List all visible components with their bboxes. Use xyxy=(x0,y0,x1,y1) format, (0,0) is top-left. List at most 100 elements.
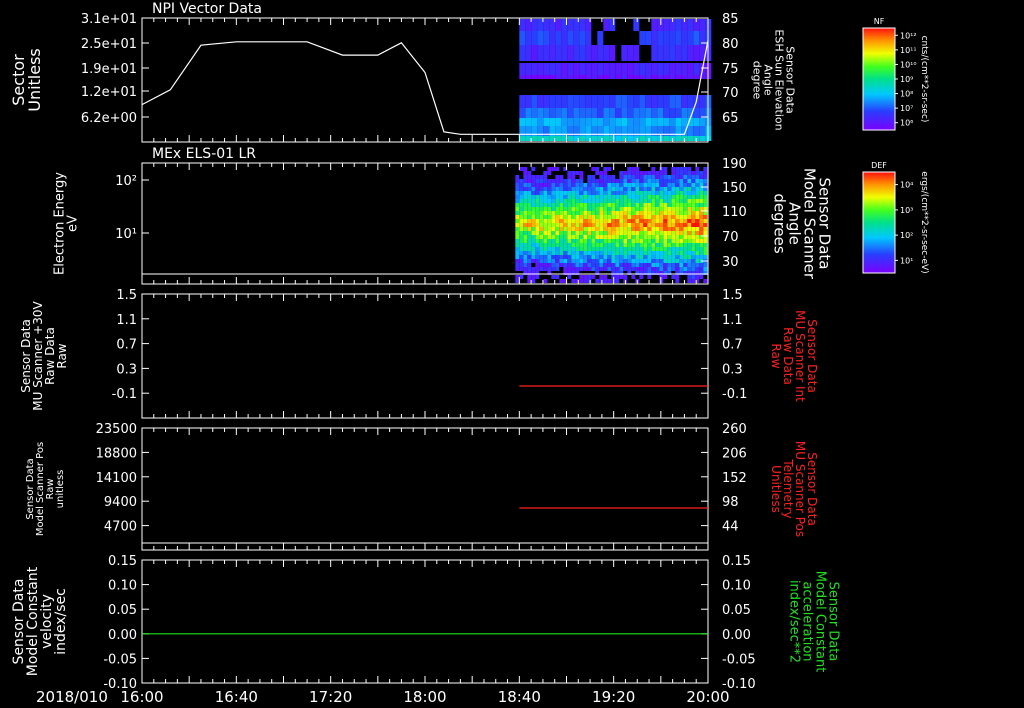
nf-spectrogram-cell xyxy=(687,75,694,79)
colorbar-tick-label: 10⁹ xyxy=(900,75,913,84)
def-spectrogram-cell xyxy=(623,259,628,263)
nf-spectrogram-cell xyxy=(675,19,682,31)
def-spectrogram-cell xyxy=(555,247,560,251)
def-spectrogram-cell xyxy=(551,247,556,251)
def-spectrogram-cell xyxy=(675,175,680,179)
def-spectrogram-cell xyxy=(679,251,684,255)
def-spectrogram-cell xyxy=(663,255,668,259)
def-spectrogram-cell xyxy=(643,195,648,199)
def-spectrogram-cell xyxy=(683,263,688,267)
def-spectrogram-cell xyxy=(631,171,636,175)
left-axis-label: Sensor DataModel Constantvelocityindex/s… xyxy=(11,566,69,676)
def-spectrogram-cell xyxy=(591,191,596,195)
def-spectrogram-cell xyxy=(523,231,528,235)
def-spectrogram-cell xyxy=(575,243,580,247)
def-spectrogram-cell xyxy=(567,263,572,267)
def-spectrogram-cell xyxy=(627,211,632,215)
def-spectrogram-cell xyxy=(695,243,700,247)
def-spectrogram-cell xyxy=(575,227,580,231)
nf-spectrogram-cell xyxy=(645,75,652,79)
nf-spectrogram-cell xyxy=(579,108,586,118)
def-spectrogram-cell xyxy=(543,255,548,259)
def-spectrogram-cell xyxy=(603,167,608,171)
left-tick-label: 0.15 xyxy=(108,554,137,569)
def-spectrogram-cell xyxy=(671,183,676,187)
def-spectrogram-cell xyxy=(551,167,556,171)
def-spectrogram-cell xyxy=(523,203,528,207)
nf-spectrogram-cell xyxy=(615,75,622,79)
def-spectrogram-cell xyxy=(699,275,704,279)
def-spectrogram-cell xyxy=(551,275,556,279)
def-spectrogram-cell xyxy=(683,223,688,227)
def-spectrogram-cell xyxy=(551,203,556,207)
nf-spectrogram-cell xyxy=(645,63,652,75)
def-spectrogram-cell xyxy=(607,215,612,219)
def-spectrogram-cell xyxy=(519,243,524,247)
def-spectrogram-cell xyxy=(599,259,604,263)
def-spectrogram-cell xyxy=(659,239,664,243)
def-spectrogram-cell xyxy=(587,239,592,243)
def-spectrogram-cell xyxy=(595,179,600,183)
def-spectrogram-cell xyxy=(631,251,636,255)
def-spectrogram-cell xyxy=(583,207,588,211)
def-spectrogram-cell xyxy=(655,171,660,175)
def-spectrogram-cell xyxy=(531,279,536,283)
def-spectrogram-cell xyxy=(539,195,544,199)
right-tick-label: 1.1 xyxy=(722,313,743,328)
def-spectrogram-cell xyxy=(667,251,672,255)
def-spectrogram-cell xyxy=(651,175,656,179)
nf-spectrogram-cell xyxy=(525,108,532,118)
nf-spectrogram-cell xyxy=(669,75,676,79)
def-spectrogram-cell xyxy=(695,211,700,215)
def-spectrogram-cell xyxy=(647,235,652,239)
def-spectrogram-cell xyxy=(687,175,692,179)
def-spectrogram-cell xyxy=(595,171,600,175)
def-spectrogram-cell xyxy=(563,259,568,263)
def-spectrogram-cell xyxy=(663,211,668,215)
colorbar-title: NF xyxy=(874,17,885,26)
def-spectrogram-cell xyxy=(647,247,652,251)
def-spectrogram-cell xyxy=(523,191,528,195)
nf-spectrogram-cell xyxy=(567,31,574,45)
def-spectrogram-cell xyxy=(583,255,588,259)
def-spectrogram-cell xyxy=(583,279,588,283)
right-tick-label: -0.05 xyxy=(722,652,756,667)
def-spectrogram-cell xyxy=(699,191,704,195)
def-spectrogram-cell xyxy=(695,203,700,207)
def-spectrogram-cell xyxy=(539,183,544,187)
left-tick-label: 6.2e+00 xyxy=(81,111,137,126)
def-spectrogram-cell xyxy=(603,175,608,179)
left-tick-label: 1.9e+01 xyxy=(81,62,137,77)
def-spectrogram-cell xyxy=(555,263,560,267)
def-spectrogram-cell xyxy=(571,243,576,247)
def-spectrogram-cell xyxy=(559,203,564,207)
def-spectrogram-cell xyxy=(563,243,568,247)
def-spectrogram-cell xyxy=(615,275,620,279)
def-spectrogram-cell xyxy=(691,191,696,195)
nf-spectrogram-cell xyxy=(519,136,526,141)
def-spectrogram-cell xyxy=(627,251,632,255)
def-spectrogram-cell xyxy=(683,247,688,251)
def-spectrogram-cell xyxy=(683,211,688,215)
def-spectrogram-cell xyxy=(691,263,696,267)
nf-spectrogram-cell xyxy=(651,31,658,45)
def-spectrogram-cell xyxy=(687,247,692,251)
left-tick-label: 1.2e+01 xyxy=(81,85,137,100)
def-spectrogram-cell xyxy=(647,263,652,267)
nf-spectrogram-cell xyxy=(645,136,652,141)
def-spectrogram-cell xyxy=(579,235,584,239)
def-spectrogram-cell xyxy=(615,223,620,227)
def-spectrogram-cell xyxy=(627,195,632,199)
def-spectrogram-cell xyxy=(655,231,660,235)
label-line: Unitless xyxy=(25,48,44,112)
def-spectrogram-cell xyxy=(623,275,628,279)
def-spectrogram-cell xyxy=(515,179,520,183)
def-spectrogram-cell xyxy=(567,195,572,199)
def-spectrogram-cell xyxy=(639,275,644,279)
nf-spectrogram-cell xyxy=(639,63,646,75)
def-spectrogram-cell xyxy=(611,211,616,215)
nf-spectrogram-cell xyxy=(597,45,604,61)
def-spectrogram-cell xyxy=(523,255,528,259)
def-spectrogram-cell xyxy=(703,175,708,179)
def-spectrogram-cell xyxy=(591,263,596,267)
